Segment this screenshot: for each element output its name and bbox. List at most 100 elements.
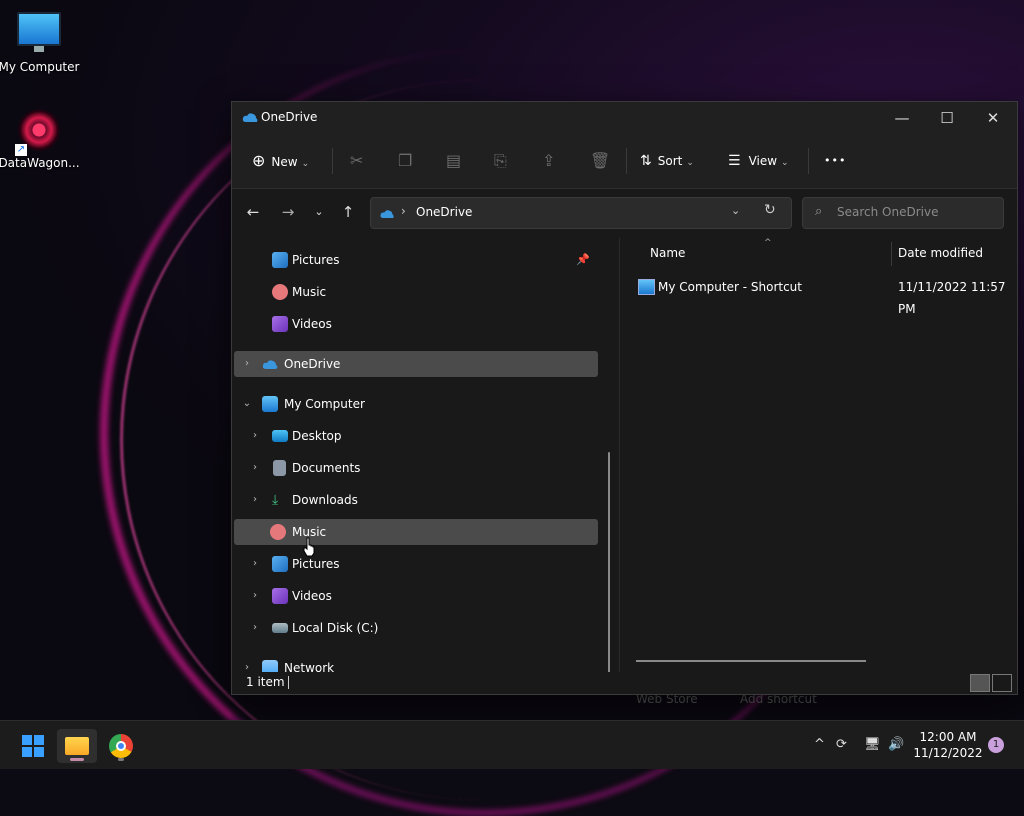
- drive-icon: [272, 623, 288, 633]
- window-title: OneDrive: [261, 110, 318, 124]
- start-button[interactable]: [12, 729, 52, 763]
- new-button[interactable]: ⊕ New ⌄: [252, 147, 309, 175]
- close-button[interactable]: ✕: [970, 102, 1016, 134]
- toolbar-divider: [626, 148, 627, 174]
- running-indicator: [118, 758, 124, 761]
- rename-icon: ⎘: [494, 151, 507, 170]
- pictures-icon: [272, 252, 288, 268]
- cut-button[interactable]: ✂: [350, 147, 363, 175]
- taskbar-file-explorer[interactable]: [57, 729, 97, 763]
- column-header-name[interactable]: Name: [650, 246, 685, 260]
- desktop-icon-datawagon[interactable]: ↗ DataWagon...: [0, 108, 81, 170]
- chevron-down-icon: ⌄: [314, 205, 324, 218]
- delete-button[interactable]: 🗑: [590, 147, 610, 175]
- copy-icon: ❐: [398, 151, 413, 170]
- show-hidden-icons-chevron-icon[interactable]: ^: [814, 737, 825, 752]
- chevron-down-icon: ⌄: [301, 159, 310, 169]
- sync-status-icon[interactable]: ⟳: [836, 737, 847, 752]
- nav-item-documents[interactable]: › Documents: [234, 455, 598, 481]
- plus-circle-icon: ⊕: [252, 151, 266, 170]
- nav-item-local-disk[interactable]: › Local Disk (C:): [234, 615, 598, 641]
- rename-button[interactable]: ⎘: [494, 147, 507, 175]
- nav-item-pictures[interactable]: › Pictures: [234, 551, 598, 577]
- table-row[interactable]: My Computer - Shortcut 11/11/2022 11:57 …: [634, 276, 1014, 316]
- download-arrow-icon: ⤓: [272, 492, 279, 508]
- nav-item-videos[interactable]: › Videos: [234, 583, 598, 609]
- chevron-right-icon[interactable]: ›: [248, 615, 262, 641]
- pin-icon[interactable]: 📌: [576, 247, 590, 273]
- active-indicator: [70, 758, 84, 761]
- chevron-right-icon[interactable]: ›: [248, 551, 262, 577]
- nav-item-desktop[interactable]: › Desktop: [234, 423, 598, 449]
- paste-button[interactable]: ▤: [446, 147, 461, 175]
- arrow-left-icon: ←: [246, 203, 260, 221]
- videos-icon: [272, 316, 288, 332]
- address-bar[interactable]: › OneDrive ⌄ ↻: [370, 197, 792, 229]
- nav-item-network[interactable]: › Network: [234, 655, 598, 672]
- taskbar-chrome[interactable]: [101, 729, 141, 763]
- chevron-right-icon[interactable]: ›: [248, 455, 262, 481]
- nav-item-label: OneDrive: [284, 357, 341, 371]
- content-horizontal-scrollbar[interactable]: [636, 660, 866, 662]
- maximize-button[interactable]: ☐: [924, 102, 970, 134]
- chevron-right-icon[interactable]: ›: [240, 655, 254, 672]
- search-input[interactable]: [835, 204, 999, 220]
- datawagon-app-icon: ↗: [15, 108, 61, 156]
- arrow-right-icon: →: [281, 203, 295, 221]
- search-box[interactable]: ⌕: [802, 197, 1004, 229]
- address-dropdown-icon[interactable]: ⌄: [731, 204, 740, 217]
- details-view-button[interactable]: [970, 674, 990, 692]
- nav-item-onedrive[interactable]: › OneDrive: [234, 351, 598, 377]
- refresh-icon[interactable]: ↻: [764, 202, 776, 218]
- title-bar[interactable]: OneDrive — ☐ ✕: [232, 102, 1017, 134]
- nav-item-music[interactable]: Music: [234, 519, 598, 545]
- new-button-label: New: [271, 155, 298, 169]
- nav-item-downloads[interactable]: › ⤓ Downloads: [234, 487, 598, 513]
- up-button[interactable]: ↑: [335, 199, 361, 225]
- documents-icon: [273, 460, 286, 476]
- sort-button-label: Sort: [657, 154, 683, 168]
- arrow-up-icon: ↑: [341, 203, 355, 221]
- column-header-date-modified[interactable]: Date modified: [898, 246, 983, 260]
- large-icons-view-button[interactable]: [992, 674, 1012, 692]
- file-date-modified: 11/11/2022 11:57 PM: [898, 280, 1006, 316]
- desktop-icon-my-computer[interactable]: My Computer: [0, 12, 81, 74]
- nav-item-pictures-quick[interactable]: Pictures 📌: [234, 247, 598, 273]
- more-options-button[interactable]: •••: [824, 147, 846, 175]
- share-icon: ⇪: [542, 151, 556, 170]
- status-bar: 1 item: [232, 672, 1017, 694]
- clipboard-icon: ▤: [446, 151, 462, 170]
- windows-logo-icon: [22, 735, 44, 757]
- desktop-icon-label: DataWagon...: [0, 156, 80, 170]
- chevron-right-icon[interactable]: ›: [248, 583, 262, 609]
- back-button[interactable]: ←: [240, 199, 266, 225]
- clock[interactable]: 12:00 AM 11/12/2022: [910, 729, 986, 761]
- volume-icon[interactable]: 🔊: [888, 737, 904, 752]
- nav-pane-scrollbar[interactable]: [608, 452, 610, 672]
- monitor-icon: [17, 12, 61, 52]
- breadcrumb-onedrive[interactable]: OneDrive: [416, 205, 472, 219]
- share-button[interactable]: ⇪: [542, 147, 555, 175]
- chevron-right-icon[interactable]: ›: [248, 423, 262, 449]
- nav-item-label: Network: [284, 661, 335, 672]
- recent-locations-button[interactable]: ⌄: [306, 199, 332, 225]
- nav-item-my-computer[interactable]: ⌄ My Computer: [234, 391, 598, 417]
- nav-item-label: Downloads: [292, 493, 358, 507]
- scissors-icon: ✂: [350, 151, 364, 170]
- notification-badge[interactable]: 1: [988, 737, 1004, 753]
- nav-item-videos-quick[interactable]: Videos: [234, 311, 598, 337]
- chevron-right-icon[interactable]: ›: [240, 351, 254, 377]
- sort-button[interactable]: ⇅ Sort ⌄: [640, 147, 694, 175]
- column-divider[interactable]: [891, 242, 892, 266]
- minimize-button[interactable]: —: [879, 102, 925, 134]
- chevron-down-icon[interactable]: ⌄: [240, 391, 254, 417]
- chevron-right-icon[interactable]: ›: [248, 487, 262, 513]
- onedrive-cloud-icon: [262, 360, 278, 369]
- nav-item-music-quick[interactable]: Music: [234, 279, 598, 305]
- view-button[interactable]: ☰ View ⌄: [728, 147, 789, 175]
- network-icon[interactable]: 🖥: [864, 737, 881, 752]
- chevron-down-icon: ⌄: [781, 158, 789, 168]
- nav-item-label: Pictures: [292, 253, 340, 267]
- copy-button[interactable]: ❐: [398, 147, 412, 175]
- forward-button[interactable]: →: [275, 199, 301, 225]
